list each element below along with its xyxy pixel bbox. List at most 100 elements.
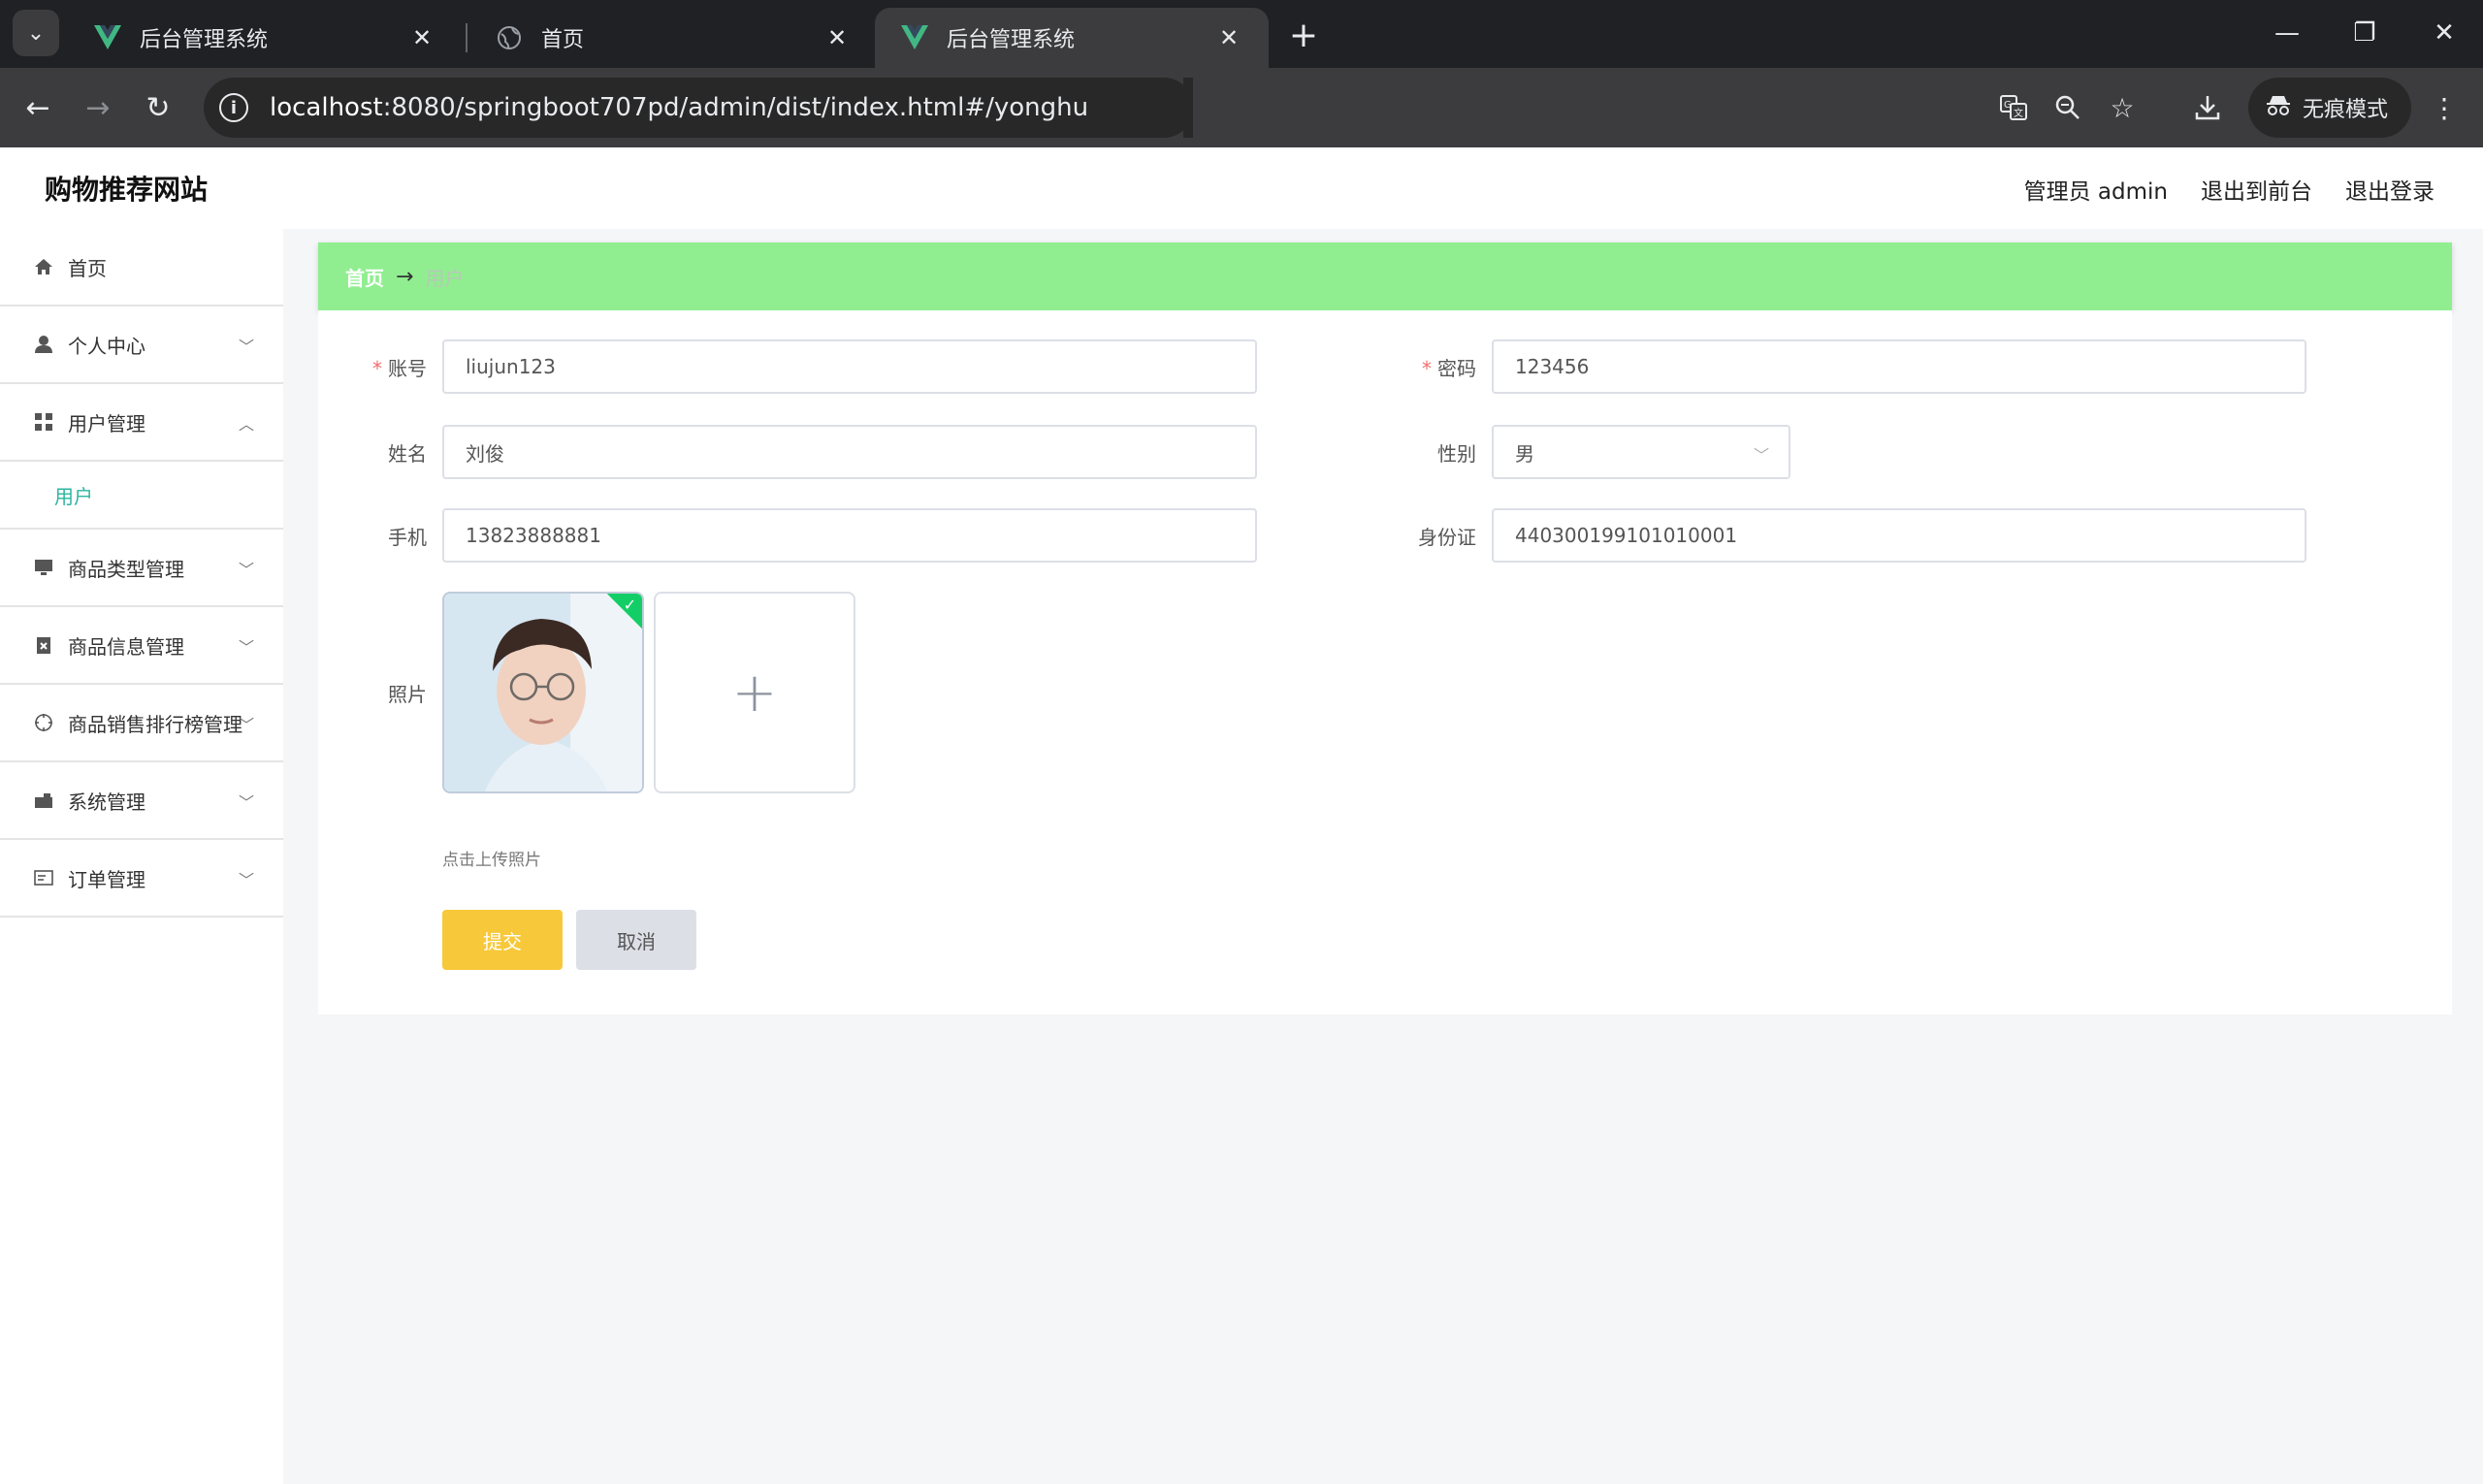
camera-icon xyxy=(33,790,54,811)
sidebar-item-user-management[interactable]: 用户管理 ︿ xyxy=(0,384,283,462)
phone-label: 手机 xyxy=(388,525,427,549)
close-icon[interactable]: ✕ xyxy=(407,24,436,51)
sidebar-item-system[interactable]: 系统管理 ﹀ xyxy=(0,762,283,840)
to-front-link[interactable]: 退出到前台 xyxy=(2201,173,2312,206)
required-mark: * xyxy=(1422,356,1432,380)
account-input[interactable]: liujun123 xyxy=(442,339,1257,394)
name-label: 姓名 xyxy=(388,441,427,466)
browser-tab-3-active[interactable]: 后台管理系统 ✕ xyxy=(875,8,1269,68)
breadcrumb-arrow-icon: → xyxy=(396,264,414,289)
breadcrumb-current: 用户 xyxy=(425,266,465,290)
account-label: * 账号 xyxy=(372,356,427,380)
translate-icon[interactable]: G文 xyxy=(1992,86,2035,129)
download-icon[interactable] xyxy=(2186,86,2229,129)
reload-button[interactable]: ↻ xyxy=(136,85,180,130)
app-header: 购物推荐网站 管理员 admin 退出到前台 退出登录 xyxy=(0,147,2483,229)
window-close-button[interactable]: ✕ xyxy=(2415,12,2473,54)
sidebar-item-home[interactable]: 首页 xyxy=(0,229,283,306)
chevron-down-icon: ⌄ xyxy=(26,20,46,46)
back-button[interactable]: ← xyxy=(16,85,60,130)
photo-label: 照片 xyxy=(388,683,427,706)
name-input[interactable]: 刘俊 xyxy=(442,425,1257,479)
card-icon xyxy=(33,867,54,888)
logout-link[interactable]: 退出登录 xyxy=(2345,173,2435,206)
forward-button[interactable]: → xyxy=(76,85,120,130)
gender-label: 性别 xyxy=(1437,441,1476,466)
close-icon[interactable]: ✕ xyxy=(1214,24,1243,51)
chevron-down-icon: ﹀ xyxy=(238,561,254,579)
compass-icon xyxy=(33,712,54,733)
form-row-password: * 密码 123456 xyxy=(1383,339,2306,394)
chevron-down-icon: ﹀ xyxy=(1753,446,1769,465)
chevron-down-icon: ﹀ xyxy=(238,338,254,356)
sidebar-menu: 首页 个人中心 ﹀ 用户管理 ︿ 用户 商品类型管理 ﹀ 商品信息管理 ﹀ 商品… xyxy=(0,229,283,1484)
home-icon xyxy=(33,256,54,277)
chevron-up-icon: ︿ xyxy=(238,415,254,434)
tab-separator xyxy=(466,23,468,52)
form-row-name: 姓名 刘俊 xyxy=(334,425,1257,479)
plus-icon: + xyxy=(731,661,778,725)
idcard-input[interactable]: 440300199101010001 xyxy=(1492,508,2306,563)
close-icon[interactable]: ✕ xyxy=(822,24,852,51)
browser-tab-bar: ⌄ 后台管理系统 ✕ 首页 ✕ 后台管理系统 ✕ + — ❐ ✕ xyxy=(0,0,2483,68)
bookmark-star-icon[interactable]: ☆ xyxy=(2101,86,2144,129)
globe-icon xyxy=(495,23,524,52)
sidebar-item-label: 商品销售排行榜管理 xyxy=(68,712,242,736)
plus-icon: + xyxy=(1288,15,1319,55)
submit-button[interactable]: 提交 xyxy=(442,910,563,970)
user-icon xyxy=(33,334,54,355)
minimize-button[interactable]: — xyxy=(2258,12,2316,54)
info-icon[interactable]: i xyxy=(219,93,248,122)
breadcrumb-home-link[interactable]: 首页 xyxy=(345,263,384,291)
check-icon: ✓ xyxy=(623,596,636,614)
form-row-photo: 照片 xyxy=(334,679,442,707)
sidebar-item-profile[interactable]: 个人中心 ﹀ xyxy=(0,306,283,384)
gender-select[interactable]: 男 ﹀ xyxy=(1492,425,1790,479)
upload-add-button[interactable]: + xyxy=(654,592,855,793)
tab-title: 后台管理系统 xyxy=(140,28,269,52)
breadcrumb: 首页 → 用户 xyxy=(318,242,2452,310)
arrow-left-icon: ← xyxy=(25,90,50,125)
grid-icon xyxy=(33,411,54,433)
sidebar-item-product-type[interactable]: 商品类型管理 ﹀ xyxy=(0,530,283,607)
sidebar-subitem-user[interactable]: 用户 xyxy=(0,462,283,530)
sidebar-item-sales-ranking[interactable]: 商品销售排行榜管理 ﹀ xyxy=(0,685,283,762)
url-text: localhost:8080/springboot707pd/admin/dis… xyxy=(270,93,1089,122)
browser-toolbar: ← → ↻ i localhost:8080/springboot707pd/a… xyxy=(0,68,2483,147)
arrow-right-icon: → xyxy=(85,90,111,125)
form-row-idcard: 身份证 440300199101010001 xyxy=(1383,508,2306,563)
phone-input[interactable]: 13823888881 xyxy=(442,508,1257,563)
zoom-icon[interactable] xyxy=(2047,86,2089,129)
sidebar-item-product-info[interactable]: 商品信息管理 ﹀ xyxy=(0,607,283,685)
address-bar[interactable]: i localhost:8080/springboot707pd/admin/d… xyxy=(204,78,1193,138)
tab-search-button[interactable]: ⌄ xyxy=(13,10,59,56)
monitor-icon xyxy=(33,557,54,578)
chevron-down-icon: ﹀ xyxy=(238,638,254,657)
gender-selected-value: 男 xyxy=(1515,441,1534,466)
incognito-icon xyxy=(2266,93,2291,123)
close-icon: ✕ xyxy=(2434,18,2455,48)
header-actions: 管理员 admin 退出到前台 退出登录 xyxy=(2024,173,2435,206)
required-mark: * xyxy=(372,356,382,380)
uploaded-photo-thumbnail[interactable]: ✓ xyxy=(442,592,644,793)
sidebar-item-orders[interactable]: 订单管理 ﹀ xyxy=(0,840,283,918)
new-tab-button[interactable]: + xyxy=(1280,15,1327,55)
browser-tab-1[interactable]: 后台管理系统 ✕ xyxy=(68,8,462,68)
vue-logo-icon xyxy=(900,23,929,52)
restore-button[interactable]: ❐ xyxy=(2336,12,2394,54)
upload-tip-text: 点击上传照片 xyxy=(442,851,541,870)
password-input[interactable]: 123456 xyxy=(1492,339,2306,394)
browser-tab-2[interactable]: 首页 ✕ xyxy=(469,8,877,68)
restore-icon: ❐ xyxy=(2353,18,2376,48)
incognito-label: 无痕模式 xyxy=(2303,98,2389,122)
reload-icon: ↻ xyxy=(145,90,171,125)
form-row-phone: 手机 13823888881 xyxy=(334,508,1257,563)
vue-logo-icon xyxy=(93,23,122,52)
incognito-indicator[interactable]: 无痕模式 xyxy=(2248,78,2411,138)
sidebar-item-label: 商品信息管理 xyxy=(68,634,184,659)
sidebar-item-label: 商品类型管理 xyxy=(68,557,184,581)
sidebar-item-label: 首页 xyxy=(68,256,107,280)
idcard-label: 身份证 xyxy=(1418,525,1476,549)
cancel-button[interactable]: 取消 xyxy=(576,910,696,970)
more-menu-icon[interactable]: ⋮ xyxy=(2423,86,2466,129)
